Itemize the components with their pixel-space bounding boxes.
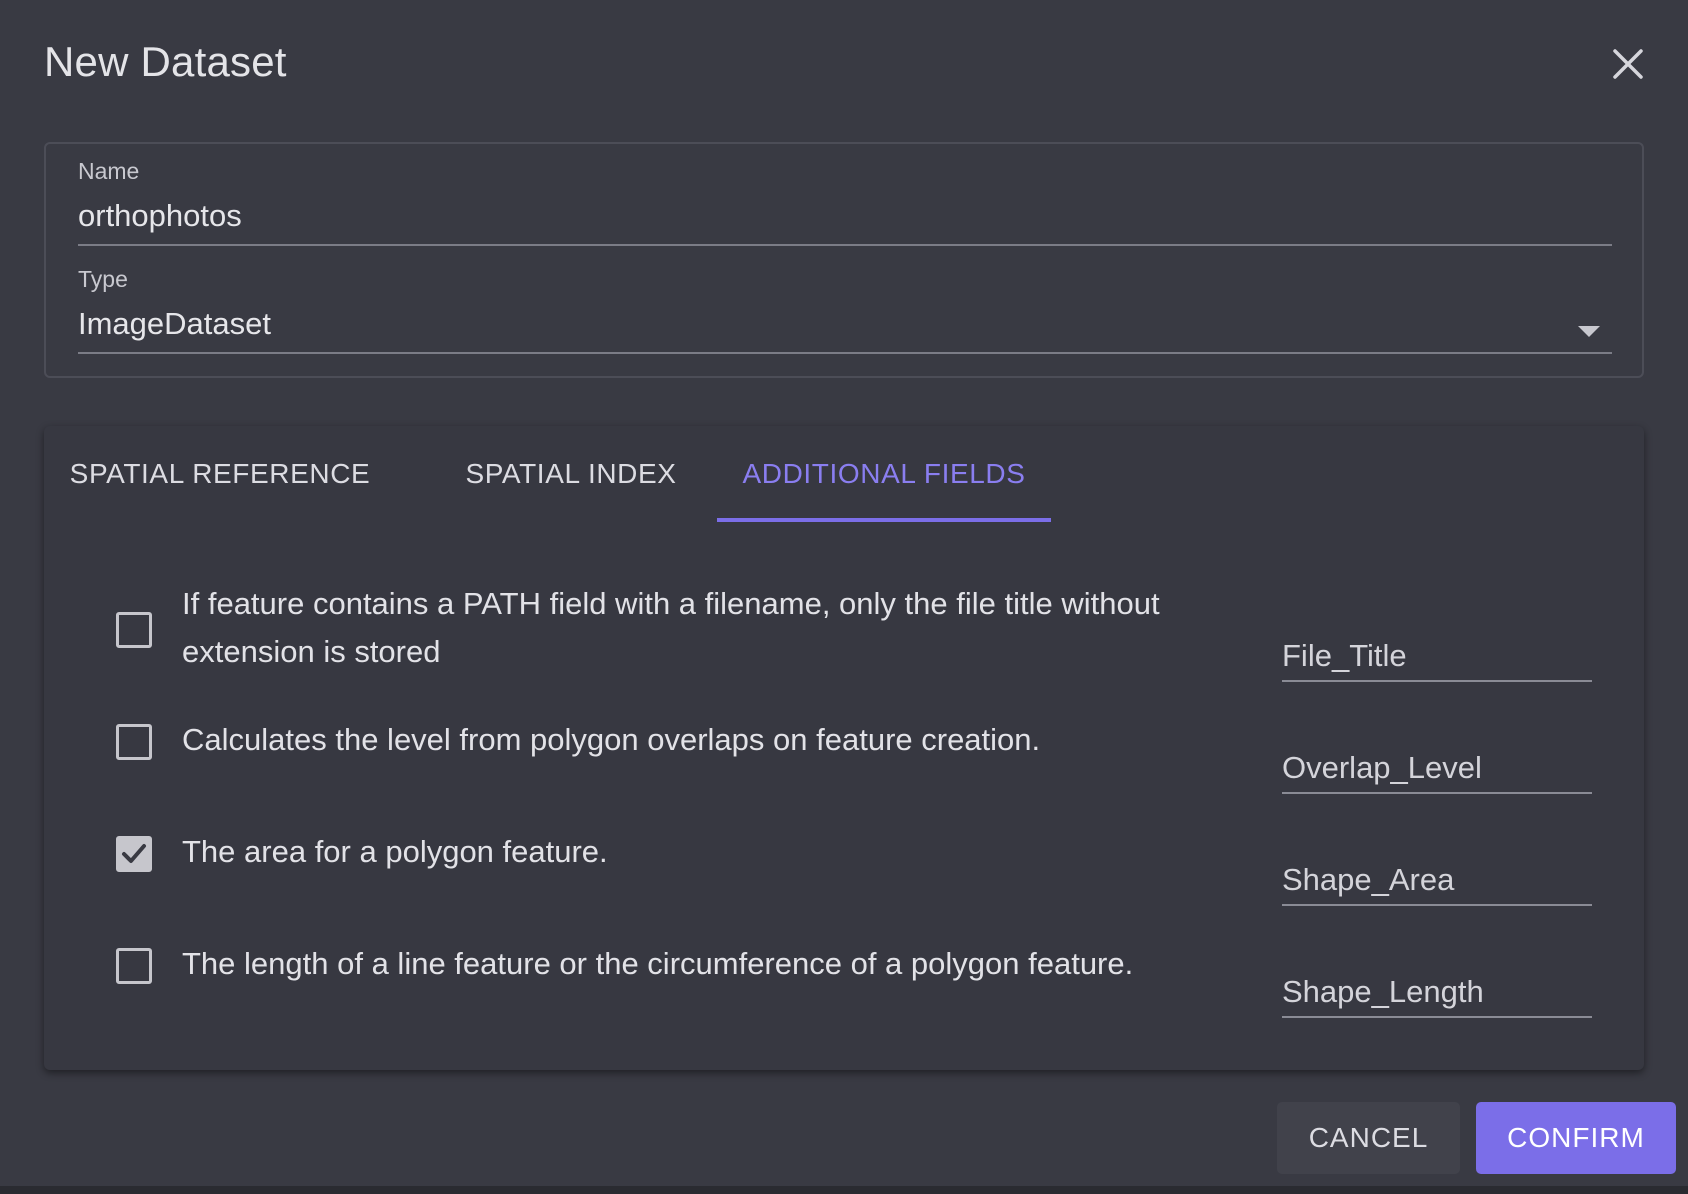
active-tab-indicator (717, 518, 1051, 522)
additional-field-row: If feature contains a PATH field with a … (44, 580, 1644, 686)
tab-spatial-reference[interactable]: SPATIAL REFERENCE (44, 426, 396, 522)
field-name-input[interactable] (1282, 856, 1592, 904)
name-field[interactable]: Name orthophotos (78, 158, 1612, 258)
overlap-level-field[interactable] (1282, 744, 1592, 794)
chevron-down-icon[interactable] (1578, 326, 1600, 337)
confirm-button[interactable]: CONFIRM (1476, 1102, 1676, 1174)
shape-area-checkbox[interactable] (116, 836, 152, 872)
type-underline (78, 352, 1612, 354)
type-value[interactable]: ImageDataset (78, 306, 271, 342)
file-title-checkbox[interactable] (116, 612, 152, 648)
field-underline (1282, 792, 1592, 794)
tab-spatial-index[interactable]: SPATIAL INDEX (424, 426, 718, 522)
field-description: Calculates the level from polygon overla… (182, 722, 1041, 757)
close-icon (1613, 49, 1643, 79)
cancel-button[interactable]: CANCEL (1277, 1102, 1460, 1174)
window-bottom-edge (0, 1186, 1688, 1194)
additional-field-row: Calculates the level from polygon overla… (44, 716, 1644, 800)
name-input[interactable]: orthophotos (78, 198, 242, 234)
check-icon (122, 844, 146, 863)
field-name-input[interactable] (1282, 968, 1592, 1016)
field-description: The length of a line feature or the circ… (182, 946, 1134, 981)
field-description: If feature contains a PATH field with a … (182, 586, 1160, 669)
shape-length-checkbox[interactable] (116, 948, 152, 984)
overlap-level-checkbox[interactable] (116, 724, 152, 760)
field-underline (1282, 680, 1592, 682)
shape-area-field[interactable] (1282, 856, 1592, 906)
field-name-input[interactable] (1282, 632, 1592, 680)
tab-additional-fields[interactable]: ADDITIONAL FIELDS (717, 426, 1051, 522)
field-underline (1282, 904, 1592, 906)
field-description: The area for a polygon feature. (182, 834, 608, 869)
field-name-input[interactable] (1282, 744, 1592, 792)
field-underline (1282, 1016, 1592, 1018)
new-dataset-dialog: New Dataset Name orthophotos Type ImageD… (0, 0, 1688, 1186)
name-label: Name (78, 158, 140, 184)
additional-field-row: The area for a polygon feature. (44, 828, 1644, 912)
tab-panel: SPATIAL REFERENCE SPATIAL INDEX ADDITION… (44, 426, 1644, 1070)
name-underline (78, 244, 1612, 246)
close-button[interactable] (1604, 40, 1652, 88)
shape-length-field[interactable] (1282, 968, 1592, 1018)
dataset-properties-group: Name orthophotos Type ImageDataset (44, 142, 1644, 378)
dialog-title: New Dataset (44, 38, 287, 85)
type-select[interactable]: Type ImageDataset (78, 266, 1612, 366)
additional-field-row: The length of a line feature or the circ… (44, 940, 1644, 1024)
file-title-field[interactable] (1282, 632, 1592, 682)
type-label: Type (78, 266, 128, 292)
